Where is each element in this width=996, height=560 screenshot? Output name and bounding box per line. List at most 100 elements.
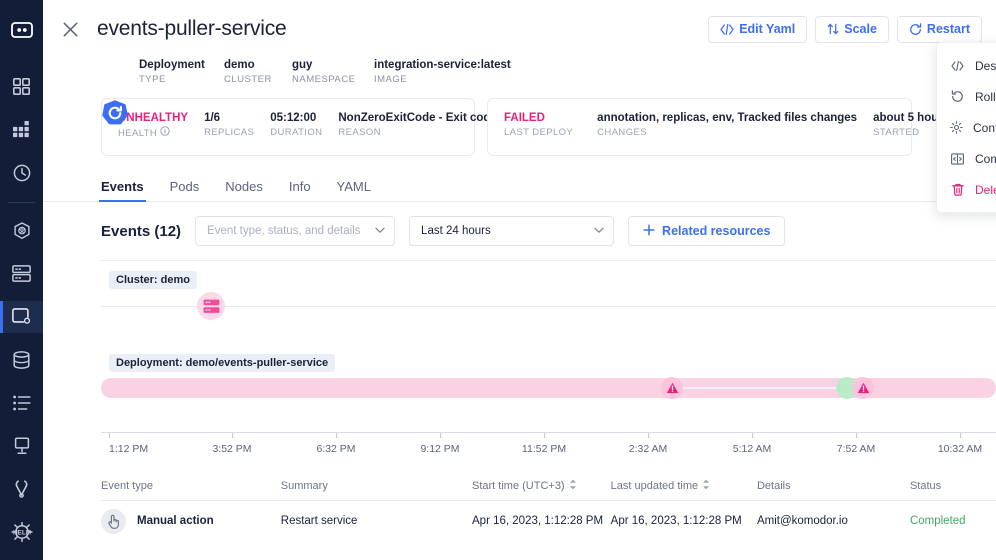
events-count-label: Events (12) — [101, 222, 182, 240]
axis-tick — [648, 433, 649, 438]
sidebar-item-apps[interactable] — [0, 114, 43, 145]
axis-label-2: 6:32 PM — [316, 443, 356, 455]
resource-meta-row: Deployment TYPE demo CLUSTER guy NAMESPA… — [43, 44, 996, 90]
tab-nodes[interactable]: Nodes — [225, 179, 263, 201]
last-deploy-value: FAILED — [504, 112, 545, 124]
meta-namespace: guy NAMESPACE — [292, 58, 374, 87]
deployment-icon — [101, 99, 129, 127]
col-event-type[interactable]: Event type — [101, 480, 281, 492]
page-title: events-puller-service — [97, 17, 287, 40]
header-actions: Edit Yaml Scale Restart — [708, 15, 982, 43]
code-icon — [950, 60, 965, 71]
menu-item-configure-resources[interactable]: Configure Resources — [937, 112, 996, 143]
axis-label-7: 7:52 AM — [836, 443, 876, 455]
cell-summary: Restart service — [280, 515, 358, 527]
meta-type: Deployment TYPE — [139, 58, 224, 87]
menu-item-compare[interactable]: Compare — [937, 143, 996, 174]
meta-namespace-label: NAMESPACE — [292, 73, 356, 85]
scale-button[interactable]: Scale — [815, 15, 889, 43]
duration-label: DURATION — [270, 127, 323, 138]
cell-start-time: Apr 16, 2023, 1:12:28 PM — [472, 515, 604, 527]
sidebar-item-jobs[interactable] — [0, 388, 43, 419]
menu-item-delete-label: Delete — [975, 182, 996, 197]
cluster-lane-line — [101, 306, 996, 307]
tab-bar: Events Pods Nodes Info YAML — [43, 170, 996, 202]
meta-image-label: IMAGE — [374, 73, 408, 85]
col-start-time[interactable]: Start time (UTC+3) — [472, 479, 611, 493]
changes-value: annotation, replicas, env, Tracked files… — [597, 112, 858, 124]
edit-yaml-button[interactable]: Edit Yaml — [708, 15, 808, 43]
related-resources-label: Related resources — [662, 224, 771, 238]
sort-icon[interactable] — [569, 479, 577, 493]
sidebar-item-kubernetes[interactable] — [0, 215, 43, 246]
rollback-icon — [950, 90, 965, 103]
code-icon — [720, 23, 734, 35]
axis-label-4: 11:52 PM — [521, 443, 567, 455]
sidebar-item-tools[interactable] — [0, 474, 43, 505]
event-filter-placeholder: Event type, status, and details — [207, 225, 361, 237]
tab-events[interactable]: Events — [99, 179, 146, 202]
meta-type-value: Deployment — [139, 58, 205, 71]
timeline-marker-warning-2[interactable] — [852, 377, 874, 399]
menu-item-rollback[interactable]: Rollback — [937, 81, 996, 112]
sidebar-item-services[interactable] — [0, 71, 43, 102]
changes-field: annotation, replicas, env, Tracked files… — [597, 110, 857, 140]
hand-click-icon — [101, 508, 126, 534]
axis-tick — [440, 433, 441, 438]
cell-last-updated: Apr 16, 2023, 1:12:28 PM — [610, 515, 742, 527]
duration-field: 05:12:00 DURATION — [270, 110, 322, 140]
menu-item-rollback-label: Rollback — [975, 89, 996, 104]
page-header: events-puller-service Edit Yaml Scale Re… — [43, 0, 996, 44]
close-icon[interactable] — [59, 18, 81, 40]
changes-label: CHANGES — [597, 127, 647, 138]
updown-arrows-icon — [827, 23, 839, 35]
cluster-node-icon[interactable] — [197, 292, 225, 320]
sidebar-divider — [8, 202, 35, 204]
tab-info[interactable]: Info — [289, 179, 311, 201]
menu-item-delete[interactable]: Delete — [937, 174, 996, 205]
col-last-updated[interactable]: Last updated time — [611, 479, 757, 493]
timeline-marker-warning-1[interactable] — [661, 377, 683, 399]
table-header-row: Event type Summary Start time (UTC+3) La… — [101, 471, 996, 501]
timeline-canvas[interactable]: Cluster: demo Deployment: demo/events-pu… — [101, 260, 996, 432]
app-root: HELM events-puller-service Edit Yaml Sca… — [0, 0, 996, 560]
col-details[interactable]: Details — [757, 480, 910, 492]
tab-pods[interactable]: Pods — [170, 179, 200, 201]
axis-label-6: 5:12 AM — [732, 443, 772, 455]
sidebar-item-nodes[interactable] — [0, 258, 43, 289]
replicas-value: 1/6 — [204, 112, 221, 124]
events-timeline: Cluster: demo Deployment: demo/events-pu… — [101, 260, 996, 465]
komodor-logo-icon[interactable] — [0, 14, 43, 45]
related-resources-button[interactable]: Related resources — [628, 216, 786, 246]
restart-button[interactable]: Restart — [896, 15, 982, 43]
sort-icon[interactable] — [702, 479, 710, 493]
actions-dropdown-menu: Describe Rollback Configure Resources Co… — [936, 42, 996, 213]
sidebar-item-history[interactable] — [0, 157, 43, 188]
sidebar-item-workloads[interactable] — [0, 301, 43, 334]
event-filter-select[interactable]: Event type, status, and details — [195, 216, 396, 246]
health-label: HEALTH — [118, 127, 158, 139]
trash-icon — [950, 183, 965, 196]
axis-tick — [109, 433, 110, 438]
edit-yaml-label: Edit Yaml — [739, 22, 796, 36]
cell-status: Completed — [909, 515, 966, 527]
sidebar-item-storage[interactable] — [0, 345, 43, 376]
axis-label-3: 9:12 PM — [420, 443, 460, 455]
axis-tick — [544, 433, 545, 438]
meta-cluster-value: demo — [224, 58, 255, 71]
info-icon[interactable] — [160, 126, 170, 141]
menu-item-describe[interactable]: Describe — [937, 50, 996, 81]
axis-label-0: 1:12 PM — [109, 443, 149, 455]
col-summary[interactable]: Summary — [281, 480, 472, 492]
tab-yaml[interactable]: YAML — [337, 179, 371, 201]
menu-item-describe-label: Describe — [975, 58, 996, 73]
table-row[interactable]: Manual action Restart service Apr 16, 20… — [101, 501, 996, 541]
gear-icon — [950, 121, 963, 134]
axis-tick — [232, 433, 233, 438]
time-range-select[interactable]: Last 24 hours — [409, 216, 615, 246]
sidebar-item-helm[interactable]: HELM — [0, 517, 43, 548]
sidebar-item-monitors[interactable] — [0, 431, 43, 462]
col-status[interactable]: Status — [910, 480, 996, 492]
replicas-field: 1/6 REPLICAS — [204, 110, 254, 140]
time-range-value: Last 24 hours — [421, 225, 491, 237]
